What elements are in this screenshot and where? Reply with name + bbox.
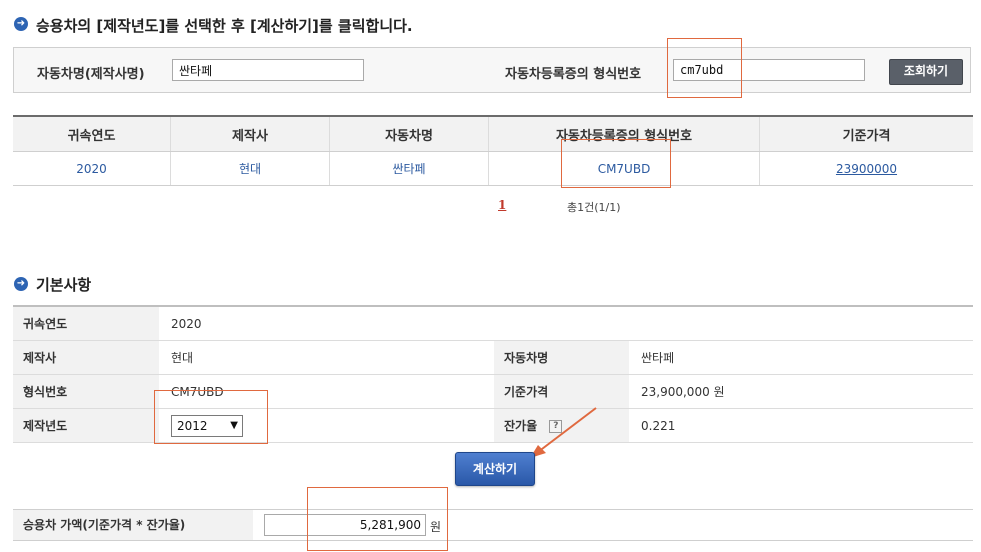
model-input[interactable]: [172, 59, 364, 81]
results-header-row: 귀속연도 제작사 자동차명 자동차등록증의 형식번호 기준가격: [13, 115, 973, 152]
price-link[interactable]: 23900000: [836, 162, 897, 176]
search-button[interactable]: 조회하기: [889, 59, 963, 85]
table-row[interactable]: 2020 현대 싼타페 CM7UBD 23900000: [13, 151, 973, 186]
highlight-type-cell: [561, 139, 671, 188]
col-header-year: 귀속연도: [13, 115, 171, 152]
result-label: 승용차 가액(기준가격 * 잔가율): [13, 510, 253, 540]
model-label: 자동차명(제작사명): [37, 67, 145, 82]
label-maker: 제작사: [13, 340, 159, 375]
basic-info-title: 기본사항: [36, 276, 92, 294]
label-model: 자동차명: [494, 340, 629, 375]
page-link-1[interactable]: 1: [498, 198, 506, 212]
results-table: 귀속연도 제작사 자동차명 자동차등록증의 형식번호 기준가격 2020 현대 …: [13, 115, 973, 186]
value-model: 싼타페: [629, 340, 973, 375]
highlight-type-input: [667, 38, 742, 98]
value-maker: 현대: [159, 340, 494, 375]
cell-price-link[interactable]: 23900000: [759, 151, 973, 186]
label-mfg-year: 제작년도: [13, 408, 159, 443]
col-header-model: 자동차명: [329, 115, 489, 152]
calculate-button[interactable]: 계산하기: [455, 452, 535, 486]
highlight-result: [307, 487, 448, 551]
cell-year: 2020: [13, 151, 171, 186]
cell-model: 싼타페: [329, 151, 489, 186]
label-year: 귀속연도: [13, 305, 159, 341]
instruction-title: 승용차의 [제작년도]를 선택한 후 [계산하기]를 클릭합니다.: [36, 17, 413, 35]
value-price: 23,900,000 원: [629, 374, 973, 409]
label-type-number: 형식번호: [13, 374, 159, 409]
type-label: 자동차등록증의 형식번호: [505, 67, 642, 82]
highlight-mfg-year: [154, 390, 268, 444]
section-arrow-icon: ➜: [14, 17, 28, 31]
result-count: 총1건(1/1): [567, 201, 621, 214]
col-header-maker: 제작사: [170, 115, 330, 152]
section-arrow-icon: ➜: [14, 277, 28, 291]
value-year: 2020: [159, 305, 973, 341]
value-residual: 0.221: [629, 408, 973, 443]
cell-maker: 현대: [170, 151, 330, 186]
result-row: 승용차 가액(기준가격 * 잔가율) 5,281,900 원: [13, 509, 973, 541]
col-header-price: 기준가격: [759, 115, 973, 152]
